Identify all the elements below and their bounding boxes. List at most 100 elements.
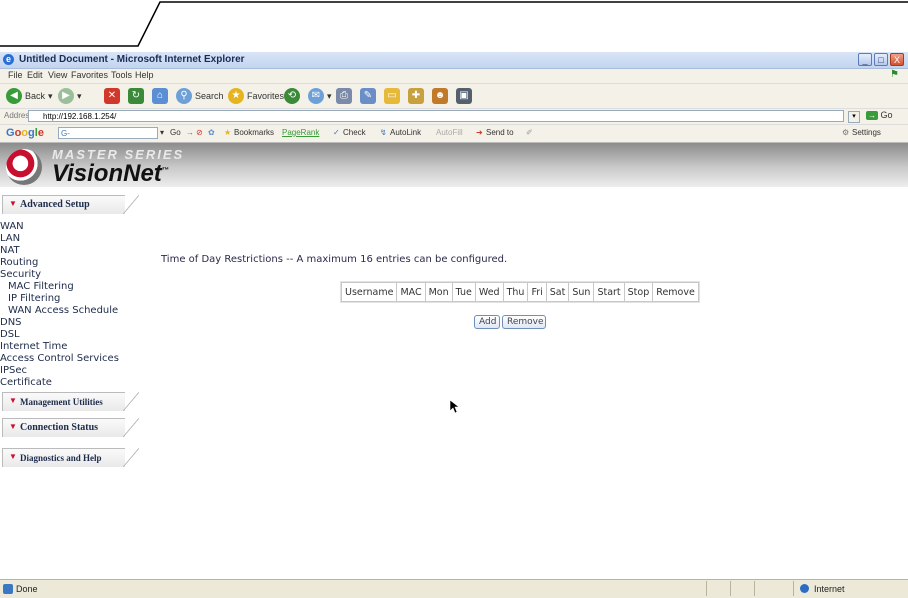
add-button[interactable]: Add [474,315,500,329]
nav-advanced-setup-label: Advanced Setup [20,199,90,210]
menu-tools[interactable]: Tools [111,70,132,80]
nav-routing[interactable]: Routing [0,257,38,268]
search-label: Search [195,91,224,101]
popup-blocker-icon[interactable]: ⊘ [196,128,203,137]
stop-button[interactable]: ✕ [104,87,120,105]
menu-file[interactable]: File [8,70,23,80]
nav-mac-filtering[interactable]: MAC Filtering [8,281,74,292]
search-icon: ⚲ [176,88,192,104]
messenger-button[interactable]: ☻ [432,87,448,105]
nav-wan-access-schedule[interactable]: WAN Access Schedule [8,305,118,316]
nav-certificate[interactable]: Certificate [0,377,52,388]
send-to-button[interactable]: Send to [486,128,514,137]
security-zone: Internet [793,581,906,596]
brand-name: VisionNet™ [52,160,169,188]
nav-security[interactable]: Security [0,269,41,280]
star-icon: ★ [228,88,244,104]
menu-help[interactable]: Help [135,70,154,80]
history-button[interactable]: ⟲ [284,87,300,105]
menu-view[interactable]: View [48,70,67,80]
remove-button[interactable]: Remove [502,315,546,329]
refresh-button[interactable]: ↻ [128,87,144,105]
nav-advanced-setup[interactable]: ▼ Advanced Setup [2,195,139,214]
mail-icon: ✉ [308,88,324,104]
address-input[interactable]: http://192.168.1.254/ [28,110,844,122]
maximize-button[interactable]: □ [874,53,888,66]
column-header: Sat [545,282,570,302]
nav-ipsec[interactable]: IPSec [0,365,27,376]
back-button[interactable]: ◀ Back ▾ [6,87,53,105]
nav-dsl[interactable]: DSL [0,329,20,340]
media-button[interactable]: ▣ [456,87,472,105]
dropdown-arrow-icon: ▾ [48,90,53,101]
nav-connection-status[interactable]: ▼ Connection Status [2,418,139,437]
autolink-button[interactable]: AutoLink [390,128,421,137]
history-icon: ⟲ [284,88,300,104]
triangle-down-icon: ▼ [9,422,17,431]
messenger-icon: ☻ [432,88,448,104]
nav-nat[interactable]: NAT [0,245,20,256]
go-button[interactable]: → Go [866,110,893,120]
page-title: Time of Day Restrictions -- A maximum 16… [161,254,508,265]
edit-button[interactable]: ✎ [360,87,376,105]
sidebar: ▼ Advanced Setup WAN LAN NAT Routing Sec… [0,189,145,574]
home-icon: ⌂ [152,88,168,104]
nav-connection-status-label: Connection Status [20,422,99,433]
dropdown-arrow-icon: ▾ [77,90,82,101]
print-button[interactable]: ⎙ [336,87,352,105]
column-header: Mon [424,282,453,302]
column-header: Fri [527,282,547,302]
pagerank-button[interactable]: PageRank [282,128,319,137]
mouse-cursor-icon [449,399,459,414]
triangle-down-icon: ▼ [9,396,17,405]
nav-ip-filtering[interactable]: IP Filtering [8,293,60,304]
back-arrow-icon: ◀ [6,88,22,104]
column-header: Wed [474,282,504,302]
check-button[interactable]: Check [343,128,366,137]
close-button[interactable]: X [890,53,904,66]
home-button[interactable]: ⌂ [152,87,168,105]
nav-access-control-services[interactable]: Access Control Services [0,353,119,364]
column-header: Remove [652,282,699,302]
status-divider [730,581,731,596]
triangle-down-icon: ▼ [9,199,17,208]
google-logo[interactable]: Google [6,127,44,139]
send-to-icon: ➜ [476,128,483,137]
google-search-dropdown-icon[interactable]: ▾ [160,128,164,137]
highlight-icon[interactable]: ✐ [526,128,533,137]
refresh-icon: ↻ [128,88,144,104]
settings-button[interactable]: Settings [852,128,881,137]
globe-icon [800,584,809,593]
menu-favorites[interactable]: Favorites [71,70,108,80]
go-arrow-icon: → [866,111,878,120]
nav-lan[interactable]: LAN [0,233,20,244]
address-dropdown-icon[interactable]: ▾ [848,111,860,123]
nav-diagnostics-help[interactable]: ▼ Diagnostics and Help [2,448,139,467]
column-header: Stop [623,282,654,302]
mail-button[interactable]: ✉ ▾ [308,87,332,105]
nav-management-utilities[interactable]: ▼ Management Utilities [2,392,139,411]
favorites-button[interactable]: ★ Favorites [228,87,284,105]
folder-icon: ▭ [384,88,400,104]
google-go-button[interactable]: Go [170,128,181,137]
header-line [0,1,908,47]
search-button[interactable]: ⚲ Search [176,87,224,105]
nav-management-utilities-label: Management Utilities [20,397,103,407]
nav-wan[interactable]: WAN [0,221,24,232]
bookmarks-button[interactable]: Bookmarks [234,128,274,137]
nav-internet-time[interactable]: Internet Time [0,341,67,352]
news-icon[interactable]: ✿ [208,128,215,137]
research-button[interactable]: ✚ [408,87,424,105]
autofill-button[interactable]: AutoFill [436,128,463,137]
printer-icon: ⎙ [336,88,352,104]
column-header: Username [340,282,398,302]
forward-button[interactable]: ▶ ▾ [58,87,82,105]
menu-edit[interactable]: Edit [27,70,43,80]
back-label: Back [25,91,46,101]
google-search-input[interactable]: G- [58,127,158,139]
column-header: Start [593,282,625,302]
google-go-arrow-icon: → [186,128,194,137]
minimize-button[interactable]: _ [858,53,872,66]
nav-dns[interactable]: DNS [0,317,22,328]
folder-button[interactable]: ▭ [384,87,400,105]
